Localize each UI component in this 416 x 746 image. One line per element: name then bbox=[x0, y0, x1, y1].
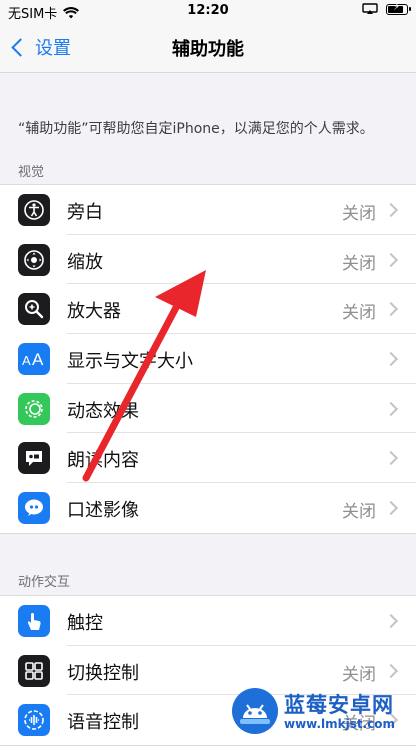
chevron-right-icon bbox=[383, 501, 399, 516]
section-header-vision: 视觉 bbox=[18, 165, 45, 180]
charging-bolt-icon: ⚡ bbox=[393, 1, 401, 13]
row-value: 关闭 bbox=[342, 253, 376, 274]
chevron-right-icon bbox=[383, 302, 399, 317]
settings-row-magnifier[interactable]: 放大器 关闭 bbox=[0, 284, 416, 335]
row-label: 朗读内容 bbox=[67, 450, 139, 472]
watermark: 蓝莓安卓网 www.lmkjst.com bbox=[230, 684, 416, 738]
chevron-right-icon bbox=[383, 451, 399, 466]
text-size-icon: AA bbox=[18, 343, 50, 376]
chevron-right-icon bbox=[383, 613, 399, 629]
section-header-interaction: 动作交互 bbox=[18, 575, 71, 590]
row-label: 切换控制 bbox=[67, 662, 139, 684]
row-value: 关闭 bbox=[342, 204, 376, 224]
row-label: 缩放 bbox=[67, 251, 103, 273]
zoom-icon bbox=[18, 243, 50, 276]
chevron-right-icon bbox=[383, 351, 399, 367]
row-value: 关闭 bbox=[342, 664, 376, 685]
settings-row-text-size[interactable]: A A 显示与文字大小 bbox=[0, 334, 416, 384]
svg-text:A: A bbox=[32, 350, 44, 369]
status-bar: 无SIM卡 12:20 ⚡ bbox=[0, 0, 416, 22]
voice-control-icon bbox=[18, 704, 50, 737]
status-time: 12:20 bbox=[187, 3, 229, 18]
row-label: 语音控制 bbox=[67, 712, 139, 734]
motion-icon bbox=[18, 392, 50, 425]
chevron-right-icon bbox=[383, 202, 399, 218]
svg-text:A: A bbox=[22, 353, 31, 368]
settings-row-audio-description[interactable]: 口述影像 关闭 bbox=[0, 483, 416, 533]
row-label: 触控 bbox=[67, 613, 103, 634]
chevron-right-icon bbox=[383, 663, 399, 678]
settings-row-zoom[interactable]: 缩放 关闭 bbox=[0, 235, 416, 285]
intro-text: “辅助功能”可帮助您自定iPhone，以满足您的个人需求。 bbox=[18, 121, 374, 137]
row-label: 口述影像 bbox=[67, 500, 139, 522]
row-label: 动态效果 bbox=[67, 400, 139, 422]
switch-control-icon bbox=[18, 654, 50, 687]
row-label: 旁白 bbox=[67, 202, 103, 223]
magnifier-icon bbox=[18, 293, 50, 326]
voiceover-icon bbox=[18, 194, 50, 226]
page-title: 辅助功能 bbox=[172, 39, 244, 60]
settings-row-spoken-content[interactable]: 朗读内容 bbox=[0, 433, 416, 484]
row-label: 放大器 bbox=[67, 301, 121, 323]
audio-description-icon bbox=[18, 492, 50, 525]
watermark-url: www.lmkjst.com bbox=[284, 717, 396, 731]
spoken-content-icon bbox=[18, 442, 50, 475]
chevron-right-icon bbox=[383, 401, 399, 416]
watermark-logo-icon bbox=[232, 688, 278, 734]
settings-row-voiceover[interactable]: 旁白 关闭 bbox=[0, 185, 416, 235]
chevron-right-icon bbox=[383, 252, 399, 267]
row-value: 关闭 bbox=[342, 303, 376, 324]
watermark-title: 蓝莓安卓网 bbox=[284, 693, 394, 717]
row-value: 关闭 bbox=[342, 502, 376, 523]
touch-icon bbox=[18, 605, 50, 637]
settings-row-touch[interactable]: 触控 bbox=[0, 596, 416, 646]
vision-settings-group: 旁白 关闭 缩放 关闭 放大器 关闭 A A 显示与文字大小 动态效果 朗读内容 口述影像 关闭 bbox=[0, 184, 416, 534]
navigation-bar: 设置 辅助功能 bbox=[0, 22, 416, 73]
row-label: 显示与文字大小 bbox=[67, 351, 193, 373]
screen-mirroring-icon bbox=[362, 3, 378, 14]
battery-icon: ⚡ bbox=[386, 1, 411, 15]
settings-row-motion[interactable]: 动态效果 bbox=[0, 384, 416, 434]
